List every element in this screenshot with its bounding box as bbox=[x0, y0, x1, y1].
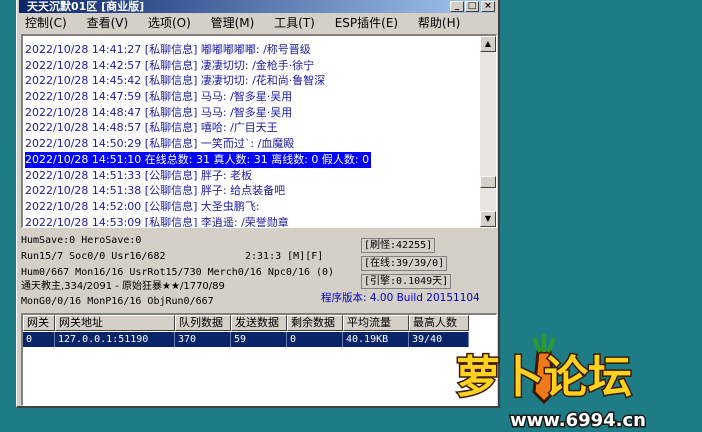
cell-gateway: 0 bbox=[23, 332, 55, 347]
server-console-window: 天天沉默01区 [商业版] _ □ × 控制(C) 查看(V) 选项(O) 管理… bbox=[16, 0, 500, 408]
maximize-button[interactable]: □ bbox=[465, 1, 479, 12]
table-row[interactable]: 0 127.0.0.1:51190 370 59 0 40.19KB 39/40 bbox=[23, 332, 469, 347]
log-lines: 2022/10/28 14:41:27 [私聊信息] 嘟嘟嘟嘟嘟: /称号晋级 2… bbox=[25, 38, 481, 227]
engine-uptime: [引擎:0.1049天] bbox=[361, 274, 452, 289]
log-scrollbar[interactable]: ▲ ▼ bbox=[480, 36, 496, 227]
menu-bar: 控制(C) 查看(V) 选项(O) 管理(M) 工具(T) ESP插件(E) 帮… bbox=[19, 14, 496, 32]
runtime-status: 2:31:3 [M][F] bbox=[245, 251, 324, 262]
log-line[interactable]: 2022/10/28 14:51:10 在线总数: 31 真人数: 31 离线数… bbox=[25, 148, 481, 168]
col-gateway-address[interactable]: 网关地址 bbox=[55, 315, 175, 331]
cell-remaining-data: 0 bbox=[287, 332, 343, 347]
window-titlebar[interactable]: 天天沉默01区 [商业版] bbox=[19, 0, 496, 13]
object-status: Hum0/667 Mon16/16 UsrRot15/730 Merch0/16… bbox=[21, 267, 335, 278]
boss-status: 通天教主,334/2091 - 原始狂暴★★/1770/89 bbox=[21, 281, 225, 292]
save-status: HumSave:0 HeroSave:0 bbox=[21, 235, 142, 246]
log-line[interactable]: 2022/10/28 14:53:09 [私聊信息] 李逍遥: /荣誉勋章 bbox=[25, 211, 481, 227]
gateway-table: 网关 网关地址 队列数据 发送数据 剩余数据 平均流量 最高人数 0 127.0… bbox=[21, 313, 497, 406]
log-line[interactable]: 2022/10/28 14:52:00 [公聊信息] 大圣虫鹏飞: bbox=[25, 195, 481, 213]
log-line[interactable]: 2022/10/28 14:41:27 [私聊信息] 嘟嘟嘟嘟嘟: /称号晋级 bbox=[25, 38, 481, 56]
menu-control[interactable]: 控制(C) bbox=[25, 14, 67, 32]
scroll-up-icon[interactable]: ▲ bbox=[480, 36, 496, 52]
menu-view[interactable]: 查看(V) bbox=[87, 14, 129, 32]
menu-esp-plugin[interactable]: ESP插件(E) bbox=[335, 14, 398, 32]
close-button[interactable]: × bbox=[481, 1, 495, 12]
menu-options[interactable]: 选项(O) bbox=[148, 14, 191, 32]
minimize-button[interactable]: _ bbox=[450, 1, 464, 12]
col-queue-data[interactable]: 队列数据 bbox=[175, 315, 231, 331]
col-gateway[interactable]: 网关 bbox=[23, 315, 55, 331]
forum-watermark-logo: 萝卜论坛 www.6994.cn bbox=[455, 334, 648, 432]
watermark-domain: www.6994.cn bbox=[510, 410, 646, 431]
log-line[interactable]: 2022/10/28 14:42:57 [私聊信息] 凄凄切切: /金枪手·徐宁 bbox=[25, 54, 481, 72]
cell-queue-data: 370 bbox=[175, 332, 231, 347]
log-line[interactable]: 2022/10/28 14:50:29 [私聊信息] 一笑而过`: /血魔殿 bbox=[25, 132, 481, 150]
log-line[interactable]: 2022/10/28 14:51:38 [公聊信息] 胖子: 给点装备吧 bbox=[25, 179, 481, 197]
log-line[interactable]: 2022/10/28 14:48:47 [私聊信息] 马马: /智多星·吴用 bbox=[25, 101, 481, 119]
col-max-users[interactable]: 最高人数 bbox=[409, 315, 469, 331]
log-line[interactable]: 2022/10/28 14:48:57 [私聊信息] 嘻哈: /广目天王 bbox=[25, 116, 481, 134]
cell-gateway-address: 127.0.0.1:51190 bbox=[55, 332, 175, 347]
cell-avg-traffic: 40.19KB bbox=[343, 332, 409, 347]
col-send-data[interactable]: 发送数据 bbox=[231, 315, 287, 331]
scroll-down-icon[interactable]: ▼ bbox=[480, 211, 496, 227]
scroll-thumb[interactable] bbox=[480, 176, 496, 188]
program-version: 程序版本: 4.00 Build 20151104 bbox=[321, 292, 480, 304]
col-avg-traffic[interactable]: 平均流量 bbox=[343, 315, 409, 331]
menu-help[interactable]: 帮助(H) bbox=[418, 14, 460, 32]
online-counter: [在线:39/39/0] bbox=[361, 256, 448, 271]
log-panel[interactable]: 2022/10/28 14:41:27 [私聊信息] 嘟嘟嘟嘟嘟: /称号晋级 2… bbox=[21, 34, 497, 228]
menu-manage[interactable]: 管理(M) bbox=[211, 14, 255, 32]
log-line[interactable]: 2022/10/28 14:47:59 [私聊信息] 马马: /智多星·吴用 bbox=[25, 85, 481, 103]
monster-status: MonG0/0/16 MonP16/16 ObjRun0/667 bbox=[21, 296, 214, 307]
cell-send-data: 59 bbox=[231, 332, 287, 347]
run-status: Run15/7 Soc0/0 Usr16/682 bbox=[21, 251, 166, 262]
menu-tools[interactable]: 工具(T) bbox=[274, 14, 315, 32]
stats-panel: HumSave:0 HeroSave:0 Run15/7 Soc0/0 Usr1… bbox=[21, 234, 497, 310]
watermark-chinese: 萝卜论坛 bbox=[456, 352, 632, 403]
col-remaining-data[interactable]: 剩余数据 bbox=[287, 315, 343, 331]
log-line-text: 2022/10/28 14:53:09 [私聊信息] 李逍遥: /荣誉勋章 bbox=[25, 215, 289, 228]
brush-counter: [刷怪:42255] bbox=[361, 238, 436, 253]
log-line[interactable]: 2022/10/28 14:45:42 [私聊信息] 凄凄切切: /花和尚·鲁智… bbox=[25, 69, 481, 87]
window-title: 天天沉默01区 [商业版] bbox=[27, 0, 145, 13]
